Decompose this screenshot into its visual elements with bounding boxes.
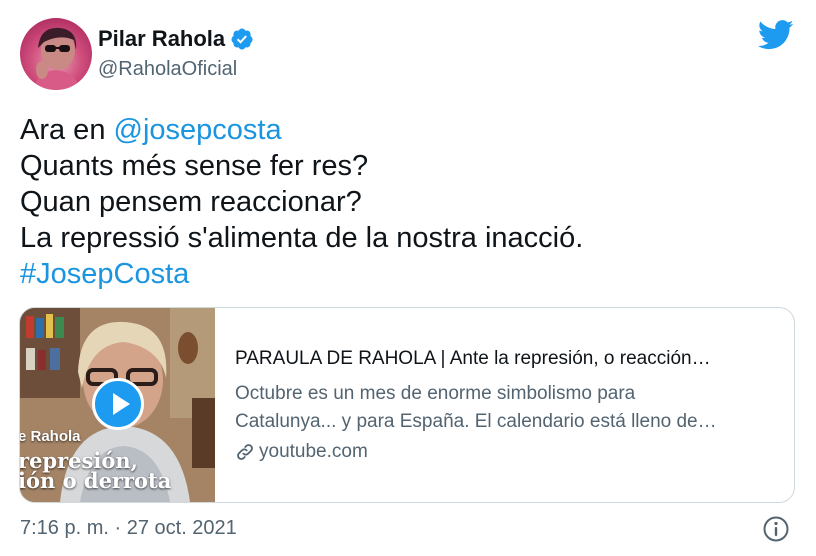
thumbnail-caption-1: e Rahola xyxy=(20,428,81,445)
tweet-timestamp[interactable]: 7:16 p. m. · 27 oct. 2021 xyxy=(20,517,237,540)
author-name-row: Pilar Rahola xyxy=(98,26,254,52)
tweet-line-2: Quants més sense fer res? xyxy=(20,150,369,182)
avatar[interactable] xyxy=(20,18,92,90)
tweet-line-3: Quan pensem reaccionar? xyxy=(20,186,362,218)
video-thumbnail[interactable]: e Rahola represión, ión o derrota xyxy=(20,308,215,502)
author-handle[interactable]: @RaholaOficial xyxy=(98,58,237,81)
card-title[interactable]: PARAULA DE RAHOLA | Ante la represión, o… xyxy=(235,346,780,372)
tweet-line1-prefix: Ara en xyxy=(20,114,114,146)
card-domain: youtube.com xyxy=(259,441,368,462)
card-description-line-1: Octubre es un mes de enorme simbolismo p… xyxy=(235,383,636,404)
info-icon[interactable] xyxy=(762,515,790,543)
twitter-bird-icon[interactable] xyxy=(758,20,794,50)
tweet-line-4: La repressió s'alimenta de la nostra ina… xyxy=(20,222,584,254)
verified-badge-icon xyxy=(231,28,253,50)
tweet: Pilar Rahola @RaholaOficial Ara en @jose… xyxy=(0,0,816,556)
card-description-line-2: Catalunya... y para España. El calendari… xyxy=(235,411,717,432)
play-icon[interactable] xyxy=(92,378,144,430)
thumbnail-caption-3: ión o derrota xyxy=(20,468,172,493)
hashtag-link[interactable]: #JosepCosta xyxy=(20,258,189,290)
tweet-text: Ara en @josepcosta Quants més sense fer … xyxy=(20,112,800,292)
link-icon xyxy=(237,444,253,460)
card-domain-row[interactable]: youtube.com xyxy=(235,441,780,463)
mention-link[interactable]: @josepcosta xyxy=(114,114,282,146)
author-display-name[interactable]: Pilar Rahola xyxy=(98,26,225,52)
tweet-line-1: Ara en @josepcosta xyxy=(20,112,800,148)
link-preview-card[interactable]: e Rahola represión, ión o derrota PARAUL… xyxy=(19,307,795,503)
card-description: Octubre es un mes de enorme simbolismo p… xyxy=(235,380,780,436)
card-info: PARAULA DE RAHOLA | Ante la represión, o… xyxy=(235,346,780,463)
